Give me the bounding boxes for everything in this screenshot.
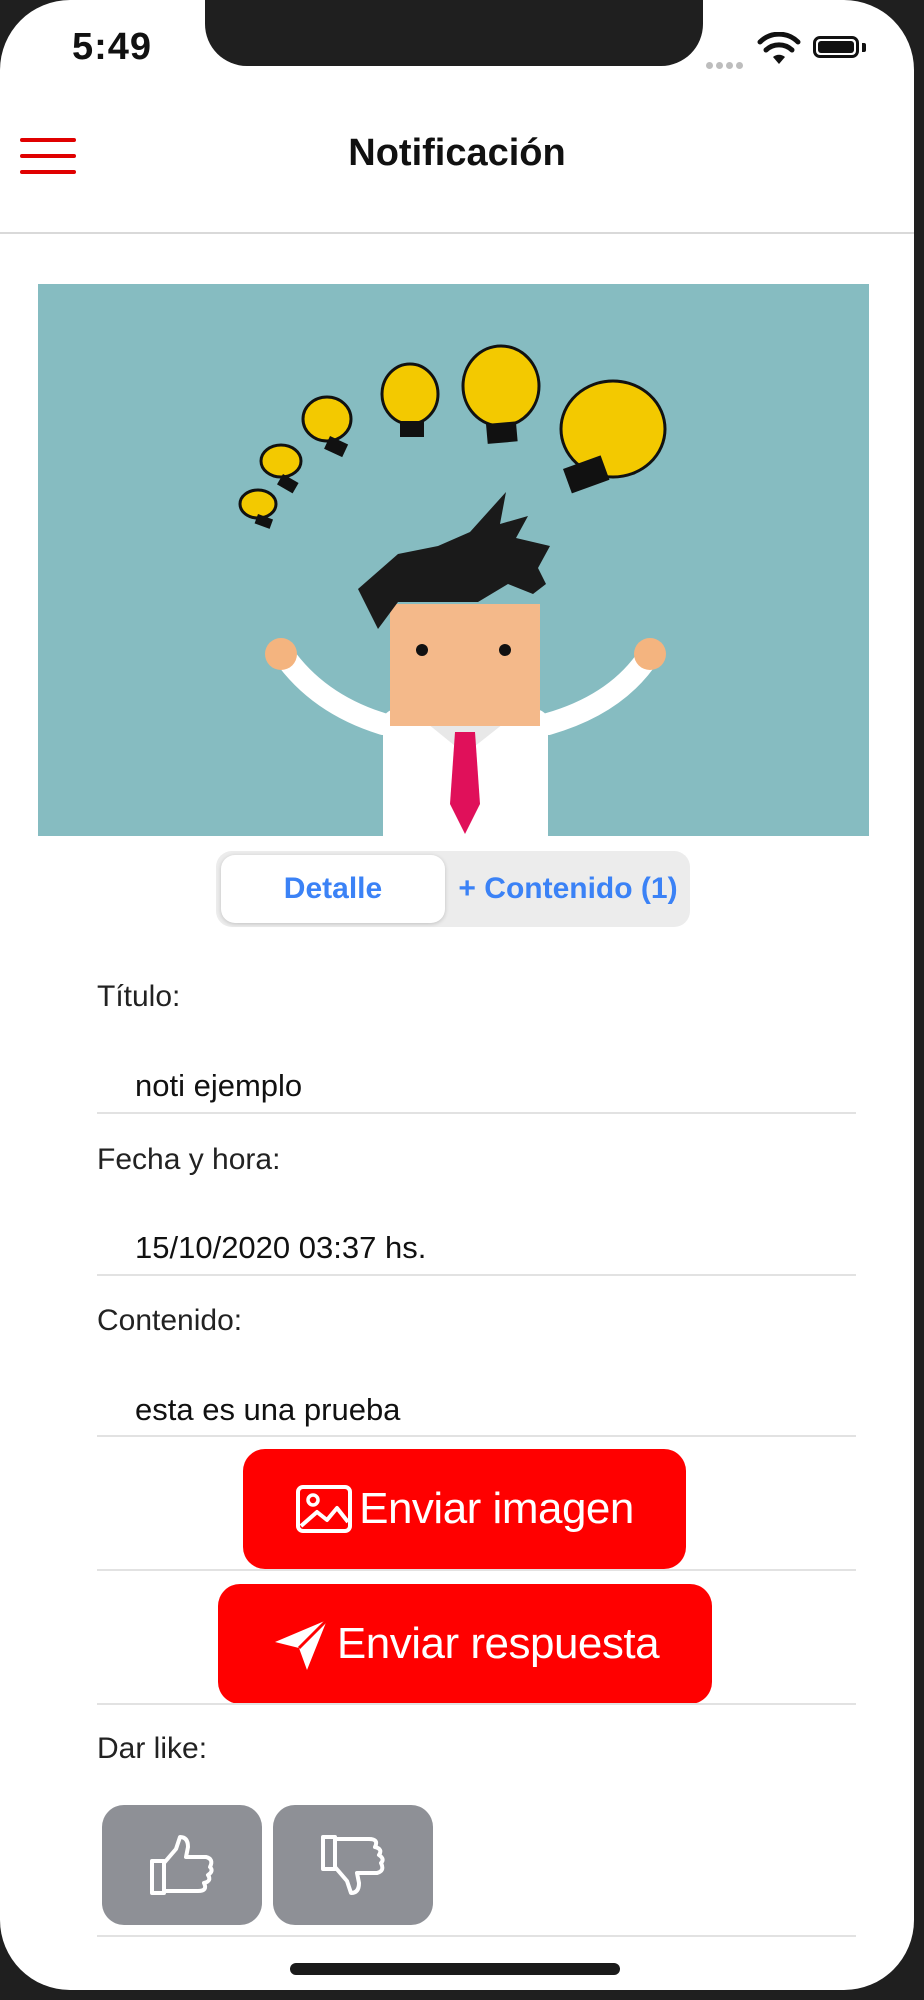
detail-content-segmented-control: Detalle + Contenido (1) (216, 851, 690, 927)
cellular-dots-icon (706, 56, 746, 74)
page-title: Notificación (348, 132, 566, 174)
tab-detalle[interactable]: Detalle (221, 855, 445, 923)
screen: 5:49 Notificación Detalle + Contenido (1… (0, 0, 914, 1990)
divider (97, 1435, 856, 1437)
divider (97, 1703, 856, 1705)
battery-cap (862, 43, 866, 52)
content-value: esta es una prueba (135, 1392, 401, 1427)
datetime-label: Fecha y hora: (97, 1143, 281, 1176)
datetime-value: 15/10/2020 03:37 hs. (135, 1230, 427, 1265)
paper-plane-icon (271, 1614, 331, 1674)
send-reply-label: Enviar respuesta (336, 1619, 660, 1668)
divider (97, 1935, 856, 1937)
device-frame: 5:49 Notificación Detalle + Contenido (1… (0, 0, 924, 2000)
divider (97, 1112, 856, 1114)
thumbs-down-icon (321, 1835, 385, 1895)
content-label: Contenido: (97, 1304, 243, 1337)
title-label: Título: (97, 980, 181, 1013)
battery-icon (813, 36, 859, 58)
image-icon (295, 1484, 353, 1534)
status-time: 5:49 (72, 26, 153, 68)
wifi-icon (757, 32, 801, 64)
ideas-lightbulbs-illustration (238, 344, 667, 836)
navigation-bar: Notificación (0, 92, 914, 234)
send-reply-button[interactable]: Enviar respuesta (218, 1584, 712, 1704)
tab-contenido[interactable]: + Contenido (1) (450, 855, 686, 923)
send-image-button[interactable]: Enviar imagen (243, 1449, 686, 1569)
dislike-button[interactable] (273, 1805, 433, 1925)
thumbs-up-icon (150, 1835, 214, 1895)
send-image-label: Enviar imagen (359, 1484, 634, 1533)
hero-image (38, 284, 869, 836)
like-label: Dar like: (97, 1732, 208, 1765)
divider (97, 1274, 856, 1276)
divider (97, 1569, 856, 1571)
home-indicator (290, 1963, 620, 1975)
like-button[interactable] (102, 1805, 262, 1925)
title-value: noti ejemplo (135, 1068, 303, 1103)
notch (205, 0, 703, 66)
